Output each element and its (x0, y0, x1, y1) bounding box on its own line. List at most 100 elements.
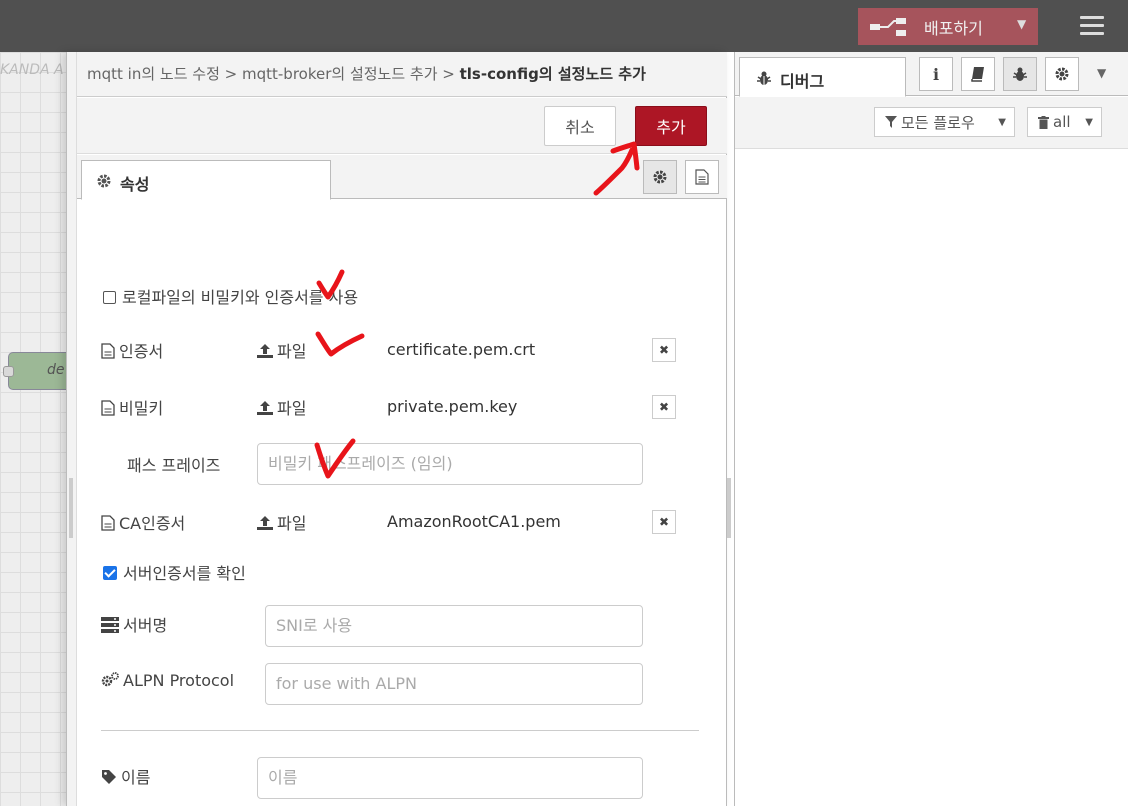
trash-icon (1038, 115, 1049, 129)
upload-icon (257, 401, 273, 415)
filter-icon (885, 116, 897, 128)
private-key-label: 비밀키 (119, 399, 164, 418)
tab-help-button[interactable] (961, 57, 995, 91)
node-input-port[interactable] (3, 366, 14, 377)
alpn-input[interactable]: for use with ALPN (265, 663, 643, 705)
tab-properties-label: 속성 (120, 175, 150, 194)
tab-debug[interactable]: 디버그 (739, 57, 906, 97)
file-icon (101, 343, 115, 359)
top-header: 배포하기 ▼ (0, 0, 1128, 52)
passphrase-label: 패스 프레이즈 (127, 456, 221, 475)
tab-debug-label: 디버그 (780, 72, 825, 91)
chevron-down-icon: ▼ (1085, 116, 1093, 128)
tab-properties[interactable]: 속성 (81, 160, 331, 200)
gear-icon (653, 170, 667, 184)
tray-header: mqtt in의 노드 수정 > mqtt-broker의 설정노드 추가 > … (77, 52, 727, 97)
sidebar-resize-handle[interactable] (727, 478, 731, 538)
debug-filter-label: 모든 플로우 (901, 113, 975, 132)
verify-server-checkbox[interactable] (103, 566, 117, 580)
deploy-label: 배포하기 (924, 19, 983, 38)
server-name-label-row: 서버명 (101, 612, 167, 636)
verify-server-row[interactable]: 서버인증서를 확인 (103, 560, 246, 584)
use-local-files-row[interactable]: 로컬파일의 비밀키와 인증서를 사용 (103, 284, 358, 308)
deploy-button[interactable]: 배포하기 ▼ (858, 8, 1038, 45)
editor-tray: mqtt in의 노드 수정 > mqtt-broker의 설정노드 추가 > … (66, 52, 727, 806)
ca-cert-label-row: CA인증서 (101, 510, 185, 534)
ca-cert-clear-button[interactable]: ✖ (652, 510, 676, 534)
breadcrumb: mqtt in의 노드 수정 > mqtt-broker의 설정노드 추가 > … (87, 63, 646, 84)
ca-cert-upload-button[interactable]: 파일 (257, 510, 306, 534)
breadcrumb-separator: > (219, 65, 242, 83)
tray-stack-edge (67, 52, 77, 806)
private-key-label-row: 비밀키 (101, 395, 163, 419)
tls-config-form: 로컬파일의 비밀키와 인증서를 사용 인증서 파일 certificate.pe… (77, 200, 727, 800)
info-icon: i (932, 64, 940, 84)
gear-icon (1055, 67, 1069, 81)
cancel-button[interactable]: 취소 (544, 106, 616, 146)
gear-icon (97, 174, 111, 188)
chevron-down-icon[interactable]: ▼ (1017, 17, 1026, 31)
breadcrumb-item: mqtt-broker의 설정노드 추가 (241, 65, 438, 83)
ca-cert-label: CA인증서 (119, 514, 186, 533)
form-divider (101, 730, 699, 731)
private-key-filename: private.pem.key (387, 397, 518, 416)
deploy-flow-icon (870, 18, 906, 36)
certificate-label: 인증서 (119, 342, 164, 361)
sidebar: 디버그 i ▼ 모든 플로우 ▼ all ▼ (734, 52, 1128, 806)
certificate-filename: certificate.pem.crt (387, 340, 536, 359)
name-label-row: 이름 (101, 764, 150, 788)
document-icon (695, 169, 709, 185)
use-local-files-checkbox[interactable] (103, 291, 116, 304)
file-icon (101, 515, 115, 531)
alpn-label: ALPN Protocol (123, 671, 235, 690)
hamburger-menu-icon[interactable] (1080, 16, 1104, 36)
debug-toolbar: 모든 플로우 ▼ all ▼ (735, 97, 1128, 149)
node-label: de (47, 362, 65, 378)
name-label: 이름 (121, 768, 151, 787)
tab-info-button[interactable]: i (919, 57, 953, 91)
sidebar-menu-chevron-icon[interactable]: ▼ (1097, 66, 1106, 80)
breadcrumb-item: mqtt in의 노드 수정 (87, 65, 220, 83)
tray-toolbar: 취소 추가 (77, 98, 727, 154)
server-name-label: 서버명 (123, 616, 168, 635)
server-icon (101, 617, 119, 633)
tray-resize-handle-left[interactable] (69, 478, 73, 538)
use-local-files-label: 로컬파일의 비밀키와 인증서를 사용 (122, 288, 359, 307)
tab-settings-button[interactable] (643, 160, 677, 194)
server-name-input[interactable]: SNI로 사용 (265, 605, 643, 647)
ca-cert-filename: AmazonRootCA1.pem (387, 512, 561, 531)
chevron-down-icon: ▼ (998, 116, 1006, 128)
workspace-tab-fragment: KANDA A (0, 62, 64, 78)
breadcrumb-current: tls-config의 설정노드 추가 (459, 65, 646, 83)
breadcrumb-separator: > (437, 65, 460, 83)
upload-icon (257, 516, 273, 530)
verify-server-label: 서버인증서를 확인 (123, 564, 246, 583)
certificate-upload-button[interactable]: 파일 (257, 338, 306, 362)
bug-icon (1013, 67, 1027, 81)
sidebar-tabs: 디버그 i ▼ (735, 52, 1128, 97)
certificate-label-row: 인증서 (101, 338, 163, 362)
debug-clear-dropdown[interactable]: all ▼ (1027, 107, 1102, 137)
gears-icon (101, 672, 119, 687)
upload-label: 파일 (277, 399, 307, 418)
tray-tabs: 속성 (77, 155, 727, 200)
bug-icon (757, 71, 771, 85)
debug-filter-dropdown[interactable]: 모든 플로우 ▼ (874, 107, 1015, 137)
book-icon (971, 67, 984, 82)
upload-label: 파일 (277, 342, 307, 361)
name-input[interactable]: 이름 (257, 757, 643, 799)
tab-config-button[interactable] (1045, 57, 1079, 91)
debug-clear-label: all (1053, 113, 1071, 131)
private-key-upload-button[interactable]: 파일 (257, 395, 306, 419)
add-button[interactable]: 추가 (635, 106, 707, 146)
tab-description-button[interactable] (685, 160, 719, 194)
tab-debug-button[interactable] (1003, 57, 1037, 91)
upload-label: 파일 (277, 514, 307, 533)
passphrase-input[interactable]: 비밀키 패스프레이즈 (임의) (257, 443, 643, 485)
upload-icon (257, 344, 273, 358)
file-icon (101, 400, 115, 416)
tag-icon (102, 770, 116, 784)
alpn-label-row: ALPN Protocol (101, 671, 234, 690)
certificate-clear-button[interactable]: ✖ (652, 338, 676, 362)
private-key-clear-button[interactable]: ✖ (652, 395, 676, 419)
